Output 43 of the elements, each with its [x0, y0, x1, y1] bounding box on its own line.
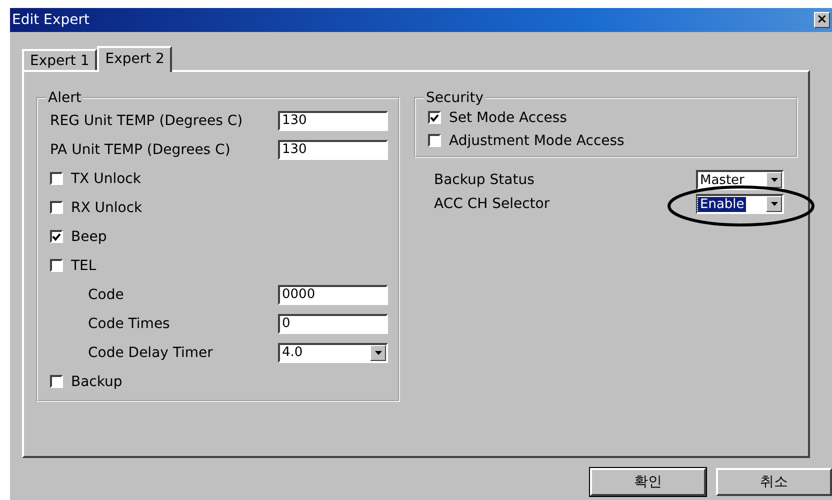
checkbox-label: Adjustment Mode Access [449, 132, 626, 148]
input-field[interactable]: 130 [278, 140, 388, 160]
checkbox[interactable] [50, 172, 63, 185]
checkbox-label: Beep [71, 228, 108, 244]
dialog-button[interactable]: 확인 [590, 468, 706, 496]
field-label: Code [88, 286, 125, 302]
field-label: Code Delay Timer [88, 344, 214, 360]
input-field[interactable]: 130 [278, 110, 388, 130]
checkmark-icon [52, 232, 61, 240]
window-title: Edit Expert [12, 12, 90, 28]
caret-icon [374, 350, 382, 354]
checkbox[interactable] [50, 375, 63, 388]
checkbox[interactable] [428, 111, 441, 124]
field-label: PA Unit TEMP (Degrees C) [50, 142, 232, 158]
field-label: Code Times [88, 316, 171, 332]
dropdown-arrow-button[interactable] [370, 344, 386, 360]
field-label: ACC CH Selector [434, 196, 551, 212]
checkbox[interactable] [428, 134, 441, 147]
checkmark-icon [430, 114, 439, 122]
input-field[interactable]: 0000 [278, 284, 388, 304]
checkbox[interactable] [50, 259, 63, 272]
group-title: Security [425, 90, 484, 106]
dropdown-arrow-button[interactable] [766, 196, 782, 212]
checkbox-label: RX Unlock [71, 200, 144, 216]
close-button[interactable]: × [814, 12, 830, 28]
checkbox[interactable] [50, 201, 63, 214]
input-field[interactable]: 0 [278, 314, 388, 334]
caret-icon [770, 202, 778, 206]
dropdown[interactable]: 4.0 [278, 342, 388, 362]
group-title: Alert [47, 90, 82, 106]
checkbox-label: Set Mode Access [449, 110, 568, 126]
checkbox[interactable] [50, 230, 63, 243]
checkbox-label: TX Unlock [71, 170, 142, 186]
dropdown-arrow-button[interactable] [766, 172, 782, 188]
field-label: REG Unit TEMP (Degrees C) [50, 112, 244, 128]
tab[interactable]: Expert 1 [22, 49, 98, 70]
tab[interactable]: Expert 2 [97, 46, 172, 72]
dropdown[interactable]: Enable [696, 194, 784, 214]
field-label: Backup Status [434, 172, 536, 188]
dialog-button[interactable]: 취소 [716, 468, 832, 496]
caret-icon [770, 178, 778, 182]
checkbox-label: TEL [71, 258, 98, 274]
checkbox-label: Backup [71, 374, 124, 390]
